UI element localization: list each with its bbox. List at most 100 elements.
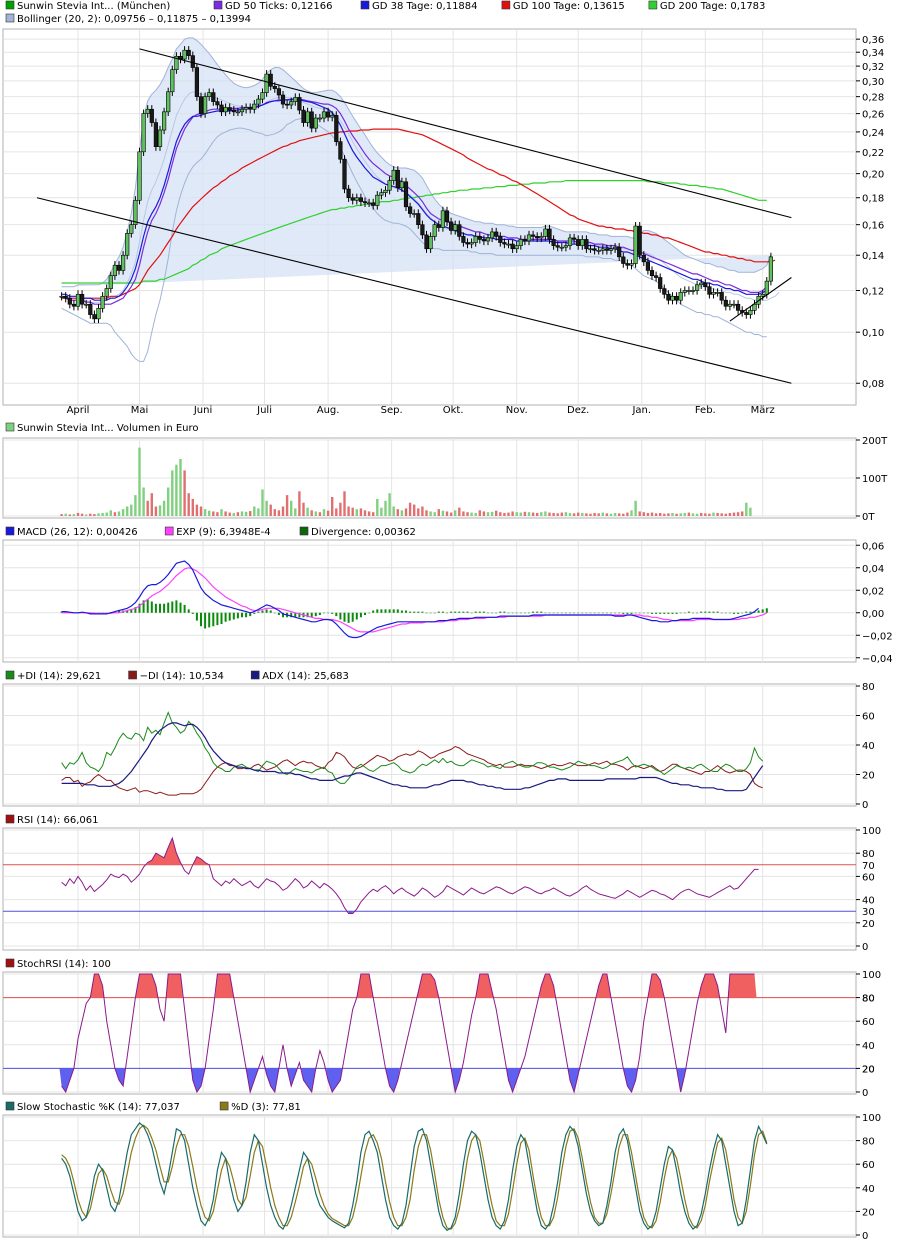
volume-bar	[667, 513, 670, 516]
overbought-area	[727, 974, 757, 998]
divergence-bar	[413, 611, 416, 613]
divergence-bar	[540, 611, 543, 613]
volume-bar	[433, 512, 436, 516]
divergence-bar	[634, 612, 637, 614]
divergence-bar	[655, 612, 658, 614]
volume-bar	[93, 514, 96, 516]
volume-bar	[240, 511, 244, 516]
divergence-bar	[335, 612, 338, 617]
volume-bar	[281, 506, 285, 516]
legend-label: −DI (14): 10,534	[140, 671, 224, 682]
divergence-bar	[622, 612, 625, 614]
divergence-bar	[216, 612, 219, 626]
divergence-bar	[212, 612, 215, 627]
volume-bar	[171, 470, 174, 516]
divergence-bar	[564, 612, 567, 614]
candle-body	[731, 303, 737, 306]
candle-body	[75, 294, 81, 307]
candle-body	[694, 284, 700, 291]
divergence-bar	[478, 611, 481, 613]
candle-body	[633, 225, 638, 264]
tick-label: 60	[862, 1017, 875, 1028]
volume-bar	[363, 510, 367, 516]
divergence-bar	[220, 612, 223, 624]
divergence-bar	[503, 611, 506, 613]
tick-label: 0	[862, 800, 868, 811]
divergence-bar	[261, 610, 264, 613]
legend-label: Sunwin Stevia Int... (München)	[17, 1, 170, 12]
volume-bar	[675, 513, 678, 516]
dmi-legend: +DI (14): 29,621 −DI (14): 10,534 ADX (14)…	[5, 670, 349, 682]
divergence-bar	[343, 612, 346, 622]
candle-body	[272, 85, 277, 89]
candle-body	[170, 69, 175, 93]
volume-bar	[511, 511, 514, 516]
volume-bar	[167, 487, 170, 516]
candle-body	[686, 290, 691, 292]
volume-bar	[261, 489, 264, 516]
candle-body	[465, 242, 470, 245]
divergence-bar	[331, 612, 334, 614]
tick-label: 100	[862, 826, 881, 837]
candle-body	[153, 122, 159, 147]
candle-body	[325, 111, 331, 118]
divergence-bar	[511, 612, 514, 614]
candle-body	[768, 256, 773, 282]
legend-swatch	[213, 0, 223, 10]
candle-body	[547, 228, 552, 240]
tick-label: 0,28	[862, 93, 884, 104]
volume-bar	[113, 512, 117, 516]
volume-bar	[577, 512, 580, 516]
candle-body	[420, 224, 425, 236]
tick-label: 100	[862, 970, 881, 981]
candle-body	[744, 312, 749, 315]
month-label: Jan.	[631, 405, 651, 416]
candle-body	[235, 111, 241, 114]
candle-body	[100, 295, 105, 309]
candle-body	[526, 234, 532, 242]
candle-body	[71, 303, 76, 307]
month-label: Nov.	[506, 405, 528, 416]
volume-bar	[712, 512, 715, 516]
candle-body	[641, 254, 646, 263]
legend-swatch	[5, 526, 15, 536]
volume-bar	[540, 512, 543, 516]
divergence-bar	[163, 603, 166, 613]
candle-body	[727, 303, 732, 307]
candle-body	[666, 294, 671, 301]
volume-bar	[134, 495, 137, 516]
volume-bar	[417, 508, 420, 516]
candle-body	[719, 292, 724, 301]
divergence-bar	[257, 611, 260, 613]
legend-label: Slow Stochastic %K (14): 77,037	[17, 1102, 180, 1113]
divergence-bar	[150, 601, 153, 613]
tick-label: 0,18	[862, 194, 884, 205]
divergence-bar	[605, 612, 608, 614]
candle-body	[412, 213, 417, 215]
volume-bar	[646, 512, 650, 516]
volume-bar	[581, 512, 584, 516]
tick-label: 200T	[862, 436, 888, 447]
candle-body	[658, 277, 663, 289]
divergence-bar	[171, 601, 174, 613]
volume-bar	[454, 510, 457, 516]
tick-label: 0T	[862, 512, 875, 523]
divergence-bar	[384, 609, 387, 613]
month-label: Mai	[131, 405, 149, 416]
volume-bar	[445, 511, 449, 516]
stochrsi-y-axis: 1008060402008020	[856, 970, 881, 1099]
legend-swatch	[5, 814, 15, 824]
volume-bar	[85, 514, 88, 516]
legend-swatch	[360, 0, 370, 10]
tick-label: 0	[862, 1231, 868, 1242]
divergence-bar	[667, 612, 670, 614]
volume-bar	[310, 510, 313, 516]
candle-body	[317, 117, 323, 120]
volume-bar	[89, 513, 92, 516]
candle-body	[473, 236, 478, 243]
candle-body	[711, 292, 716, 295]
divergence-bar	[692, 612, 694, 614]
volume-bar	[372, 512, 375, 516]
divergence-bar	[491, 612, 494, 614]
tick-label: 0,34	[862, 48, 884, 59]
